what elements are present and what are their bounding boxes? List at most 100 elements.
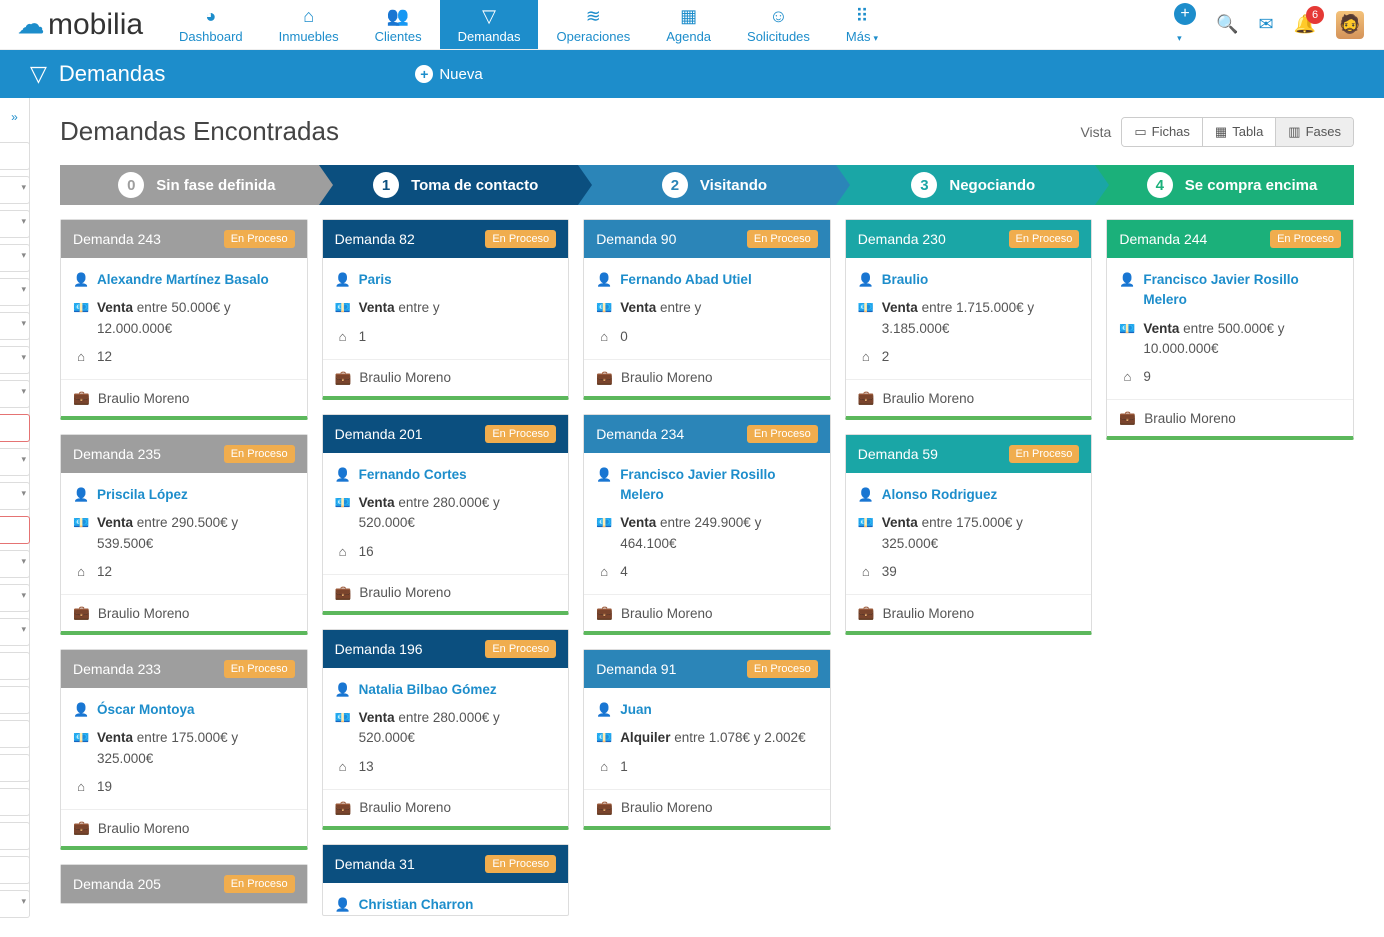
briefcase-icon: 💼: [596, 370, 613, 386]
new-demand-button[interactable]: + Nueva: [415, 65, 482, 83]
filter-stub[interactable]: [0, 856, 30, 884]
client-link[interactable]: Natalia Bilbao Gómez: [359, 680, 497, 700]
client-link[interactable]: Braulio: [882, 270, 929, 290]
client-link[interactable]: Juan: [620, 700, 652, 720]
nav-solicitudes[interactable]: ☺Solicitudes: [729, 0, 828, 49]
filter-stub[interactable]: [0, 788, 30, 816]
home-icon: ⌂: [335, 542, 351, 562]
filter-stub[interactable]: [0, 278, 30, 306]
client-link[interactable]: Paris: [359, 270, 392, 290]
demand-card[interactable]: Demanda 235En Proceso 👤Priscila López 💶V…: [60, 434, 308, 635]
nav-clientes[interactable]: 👥Clientes: [357, 0, 440, 49]
briefcase-icon: 💼: [335, 370, 352, 386]
mail-button[interactable]: ✉: [1258, 14, 1273, 35]
logo[interactable]: ☁ mobilia: [0, 8, 161, 42]
view-controls: Vista ▭Fichas ▦Tabla ▥Fases: [1080, 117, 1354, 147]
phase-1[interactable]: 1Toma de contacto: [319, 165, 578, 205]
filter-stub[interactable]: [0, 380, 30, 408]
phase-2[interactable]: 2Visitando: [578, 165, 837, 205]
filter-stub[interactable]: [0, 822, 30, 850]
filter-stub[interactable]: [0, 346, 30, 374]
card-header: Demanda 243En Proceso: [61, 220, 307, 258]
demand-card[interactable]: Demanda 82En Proceso 👤Paris 💶Venta entre…: [322, 219, 570, 400]
filter-stub[interactable]: [0, 210, 30, 238]
demand-card[interactable]: Demanda 234En Proceso 👤Francisco Javier …: [583, 414, 831, 635]
add-button[interactable]: +▾: [1174, 3, 1196, 46]
user-avatar[interactable]: 🧔: [1336, 11, 1364, 39]
phase-4[interactable]: 4Se compra encima: [1095, 165, 1354, 205]
home-icon: ⌂: [596, 327, 612, 347]
calendar-icon: ▦: [680, 6, 697, 27]
demand-card[interactable]: Demanda 243En Proceso 👤Alexandre Martíne…: [60, 219, 308, 420]
plus-circle-icon: +: [415, 65, 433, 83]
filter-stub[interactable]: [0, 516, 30, 544]
client-link[interactable]: Christian Charron: [359, 895, 474, 915]
briefcase-icon: 💼: [596, 800, 613, 816]
money-icon: 💶: [335, 708, 351, 728]
nav-mas[interactable]: ⠿Más▾: [828, 0, 896, 49]
demand-card[interactable]: Demanda 31En Proceso 👤Christian Charron: [322, 844, 570, 916]
filter-stub[interactable]: [0, 142, 30, 170]
filter-stub[interactable]: [0, 890, 30, 918]
demand-card[interactable]: Demanda 90En Proceso 👤Fernando Abad Utie…: [583, 219, 831, 400]
demand-card[interactable]: Demanda 205En Proceso: [60, 864, 308, 904]
filter-stub[interactable]: [0, 176, 30, 204]
money-icon: 💶: [335, 493, 351, 513]
view-tabla-button[interactable]: ▦Tabla: [1203, 118, 1276, 146]
demand-card[interactable]: Demanda 201En Proceso 👤Fernando Cortes 💶…: [322, 414, 570, 615]
filter-stub[interactable]: [0, 448, 30, 476]
nav-inmuebles[interactable]: ⌂Inmuebles: [261, 0, 357, 49]
agent-name: Braulio Moreno: [883, 606, 975, 621]
demand-card[interactable]: Demanda 196En Proceso 👤Natalia Bilbao Gó…: [322, 629, 570, 830]
filter-stub[interactable]: [0, 686, 30, 714]
demand-card[interactable]: Demanda 233En Proceso 👤Óscar Montoya 💶Ve…: [60, 649, 308, 850]
filter-strip: [0, 102, 30, 937]
filter-stub[interactable]: [0, 720, 30, 748]
phase-headers: 0Sin fase definida 1Toma de contacto 2Vi…: [60, 165, 1354, 205]
client-link[interactable]: Fernando Abad Utiel: [620, 270, 752, 290]
top-right: +▾ 🔍 ✉ 🔔6 🧔: [1174, 3, 1384, 46]
client-link[interactable]: Francisco Javier Rosillo Melero: [1143, 270, 1341, 311]
agent-name: Braulio Moreno: [1144, 411, 1236, 426]
client-link[interactable]: Alexandre Martínez Basalo: [97, 270, 269, 290]
main-content: Demandas Encontradas Vista ▭Fichas ▦Tabl…: [30, 98, 1384, 916]
filter-stub[interactable]: [0, 482, 30, 510]
home-icon: ⌂: [1119, 367, 1135, 387]
filter-stub[interactable]: [0, 550, 30, 578]
filter-stub[interactable]: [0, 312, 30, 340]
phase-0[interactable]: 0Sin fase definida: [60, 165, 319, 205]
home-icon: ⌂: [858, 562, 874, 582]
column-4: Demanda 244En Proceso 👤Francisco Javier …: [1106, 219, 1354, 440]
notifications-button[interactable]: 🔔6: [1294, 14, 1316, 35]
home-icon: ⌂: [73, 562, 89, 582]
card-header: Demanda 233En Proceso: [61, 650, 307, 688]
status-badge: En Proceso: [747, 425, 818, 443]
nav-demandas[interactable]: ▽Demandas: [440, 0, 539, 49]
table-icon: ▦: [1215, 124, 1227, 140]
client-link[interactable]: Francisco Javier Rosillo Melero: [620, 465, 818, 506]
brand-name: mobilia: [48, 8, 143, 42]
demand-card[interactable]: Demanda 244En Proceso 👤Francisco Javier …: [1106, 219, 1354, 440]
phase-3[interactable]: 3Negociando: [836, 165, 1095, 205]
nav-dashboard[interactable]: ◕Dashboard: [161, 0, 261, 49]
demand-card[interactable]: Demanda 59En Proceso 👤Alonso Rodriguez 💶…: [845, 434, 1093, 635]
filter-stub[interactable]: [0, 584, 30, 612]
demand-card[interactable]: Demanda 91En Proceso 👤Juan 💶Alquiler ent…: [583, 649, 831, 830]
agent-name: Braulio Moreno: [98, 391, 190, 406]
briefcase-icon: 💼: [335, 585, 352, 601]
filter-stub[interactable]: [0, 618, 30, 646]
view-fases-button[interactable]: ▥Fases: [1276, 118, 1353, 146]
filter-stub[interactable]: [0, 414, 30, 442]
filter-stub[interactable]: [0, 754, 30, 782]
client-link[interactable]: Fernando Cortes: [359, 465, 467, 485]
filter-stub[interactable]: [0, 652, 30, 680]
client-link[interactable]: Priscila López: [97, 485, 188, 505]
nav-operaciones[interactable]: ≋Operaciones: [538, 0, 648, 49]
nav-agenda[interactable]: ▦Agenda: [648, 0, 729, 49]
search-button[interactable]: 🔍: [1216, 14, 1238, 35]
demand-card[interactable]: Demanda 230En Proceso 👤Braulio 💶Venta en…: [845, 219, 1093, 420]
filter-stub[interactable]: [0, 244, 30, 272]
view-fichas-button[interactable]: ▭Fichas: [1122, 118, 1203, 146]
client-link[interactable]: Alonso Rodriguez: [882, 485, 998, 505]
client-link[interactable]: Óscar Montoya: [97, 700, 195, 720]
